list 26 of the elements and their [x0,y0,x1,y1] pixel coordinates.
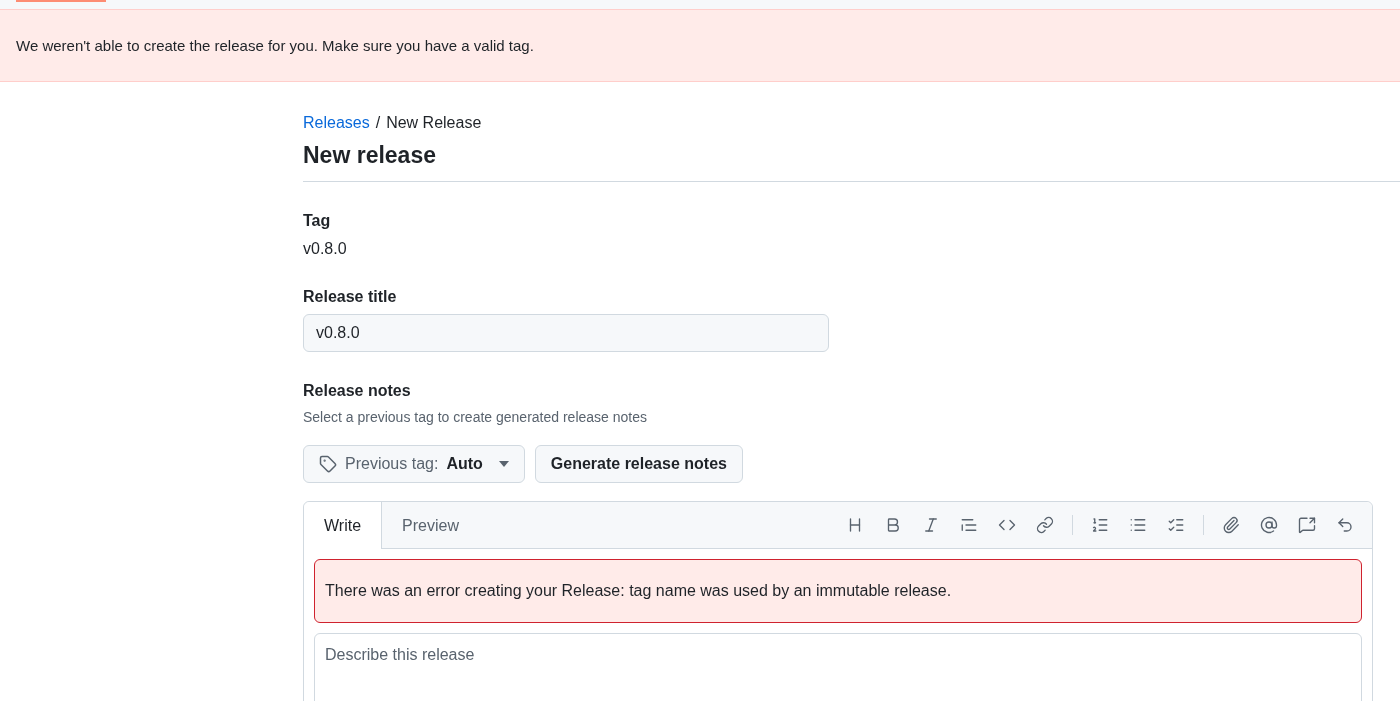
field-label: Tag [303,212,332,230]
error-banner: We weren't able to create the release for you. Make sure you have a valid tag. [0,9,1400,82]
undo-icon [1336,515,1354,534]
field-label: Release title [303,288,398,306]
field-label: Release notes [303,382,412,400]
breadcrumb-link[interactable]: Releases [303,114,370,132]
previous-tag-dropdown[interactable]: Previous tag: Auto [303,445,525,483]
error-message: There was an error creating your Release: tag name was used by an immutable release. [314,559,1362,623]
link-icon [1036,515,1054,534]
reference-icon [1298,515,1316,534]
breadcrumb-current: New Release [386,114,482,132]
editor-tab[interactable]: Preview [382,502,480,549]
mention-icon [1260,515,1278,534]
description-field[interactable]: Describe this release [314,633,1362,701]
breadcrumb-separator: / [375,114,381,132]
tag-icon [319,455,337,473]
page-title: New release [303,142,1400,182]
paperclip-icon [1222,515,1240,534]
generate-notes-button[interactable]: Generate release notes [534,445,743,483]
title-input[interactable]: v0.8.0 [303,314,829,352]
editor-tab[interactable]: Write [304,502,383,549]
tag-value: v0.8.0 [303,240,348,258]
caret-icon [498,461,509,467]
numbered-list-icon [1091,515,1109,534]
hint-text: Select a previous tag to create generated release notes [303,409,648,425]
italic-icon [922,515,940,534]
